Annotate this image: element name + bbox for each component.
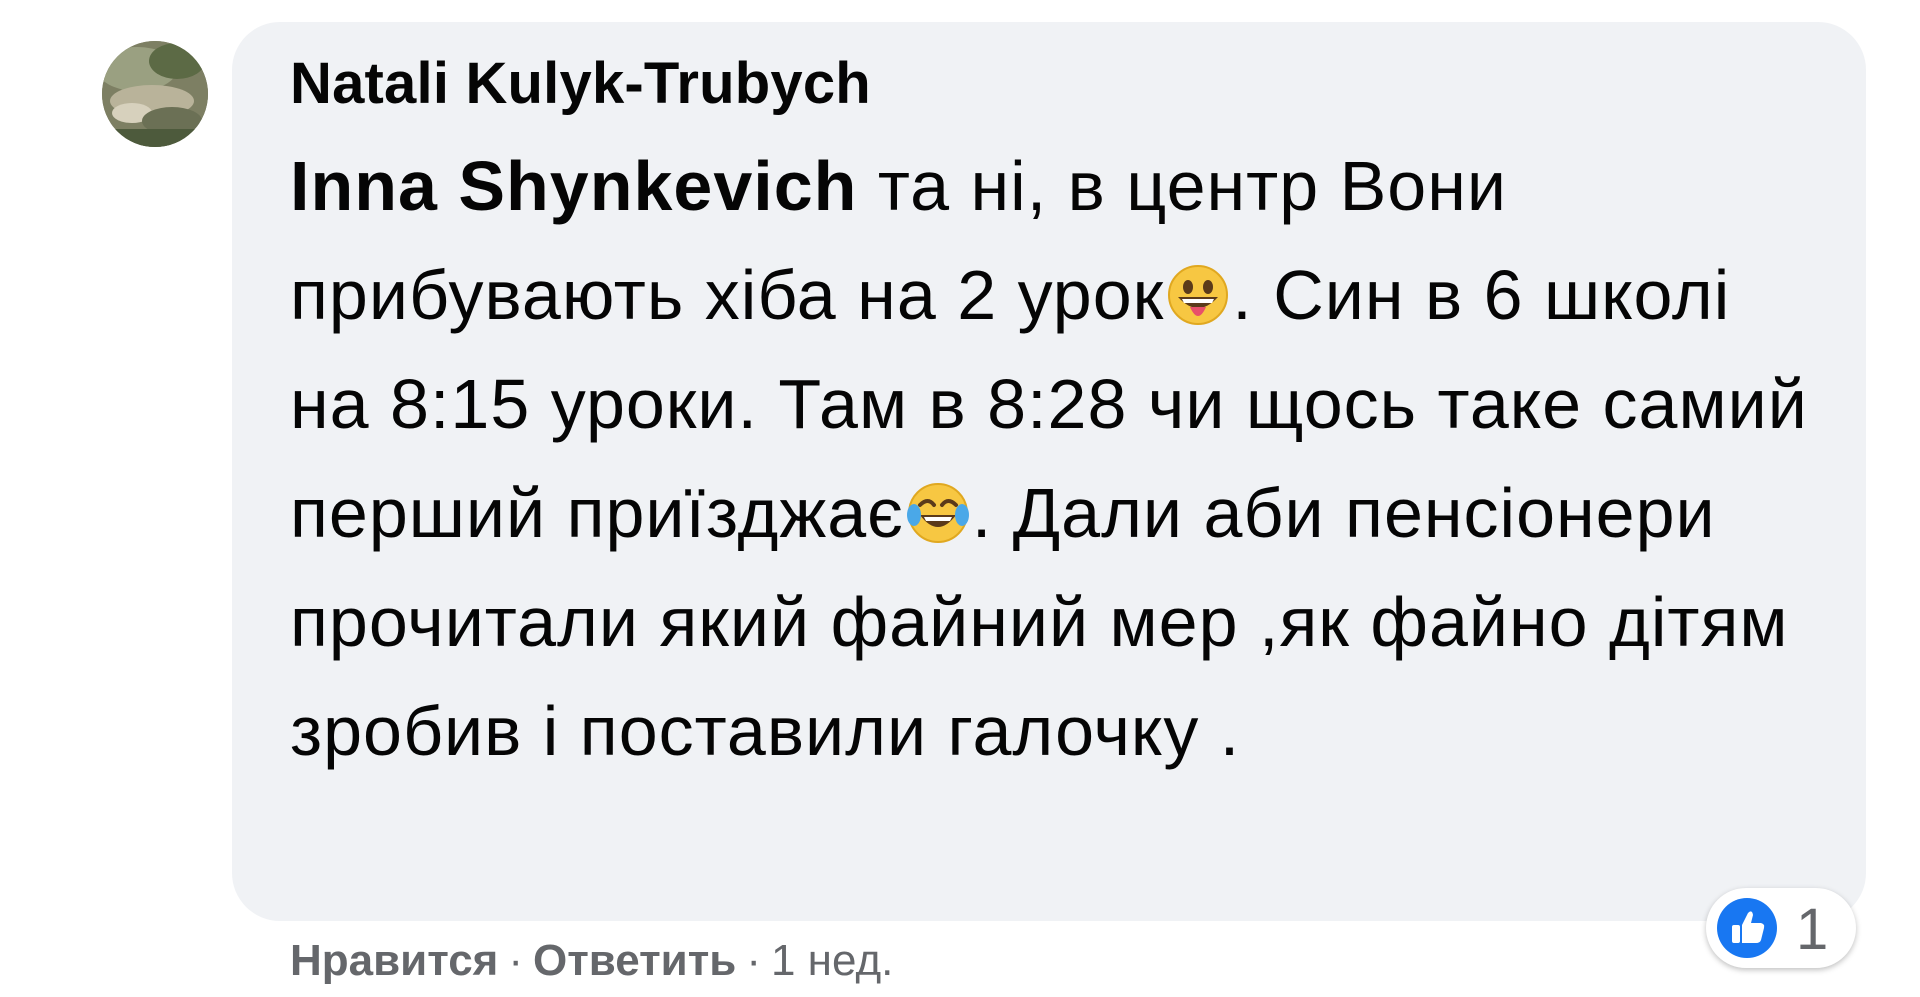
comment-actions: Нравится · Ответить · 1 нед. — [290, 936, 893, 986]
reaction-summary[interactable]: 1 — [1706, 888, 1856, 968]
separator: · — [508, 936, 523, 985]
separator: · — [746, 936, 761, 985]
comment-text: Inna Shynkevich та ні, в центр Вони приб… — [290, 132, 1830, 786]
comment-author[interactable]: Natali Kulyk-Trubych — [290, 50, 871, 117]
avatar-photo-icon — [102, 41, 208, 147]
like-icon — [1716, 897, 1778, 959]
mention-link[interactable]: Inna Shynkevich — [290, 147, 857, 225]
reply-button[interactable]: Ответить — [533, 936, 736, 985]
avatar[interactable] — [102, 41, 208, 147]
grinning-tongue-emoji-icon — [1166, 249, 1230, 325]
reaction-count: 1 — [1796, 897, 1829, 962]
like-button[interactable]: Нравится — [290, 936, 498, 985]
comment-timestamp[interactable]: 1 нед. — [771, 936, 893, 985]
tears-of-joy-emoji-icon — [906, 467, 970, 543]
comment: Natali Kulyk-Trubych Inna Shynkevich та … — [0, 0, 1920, 997]
